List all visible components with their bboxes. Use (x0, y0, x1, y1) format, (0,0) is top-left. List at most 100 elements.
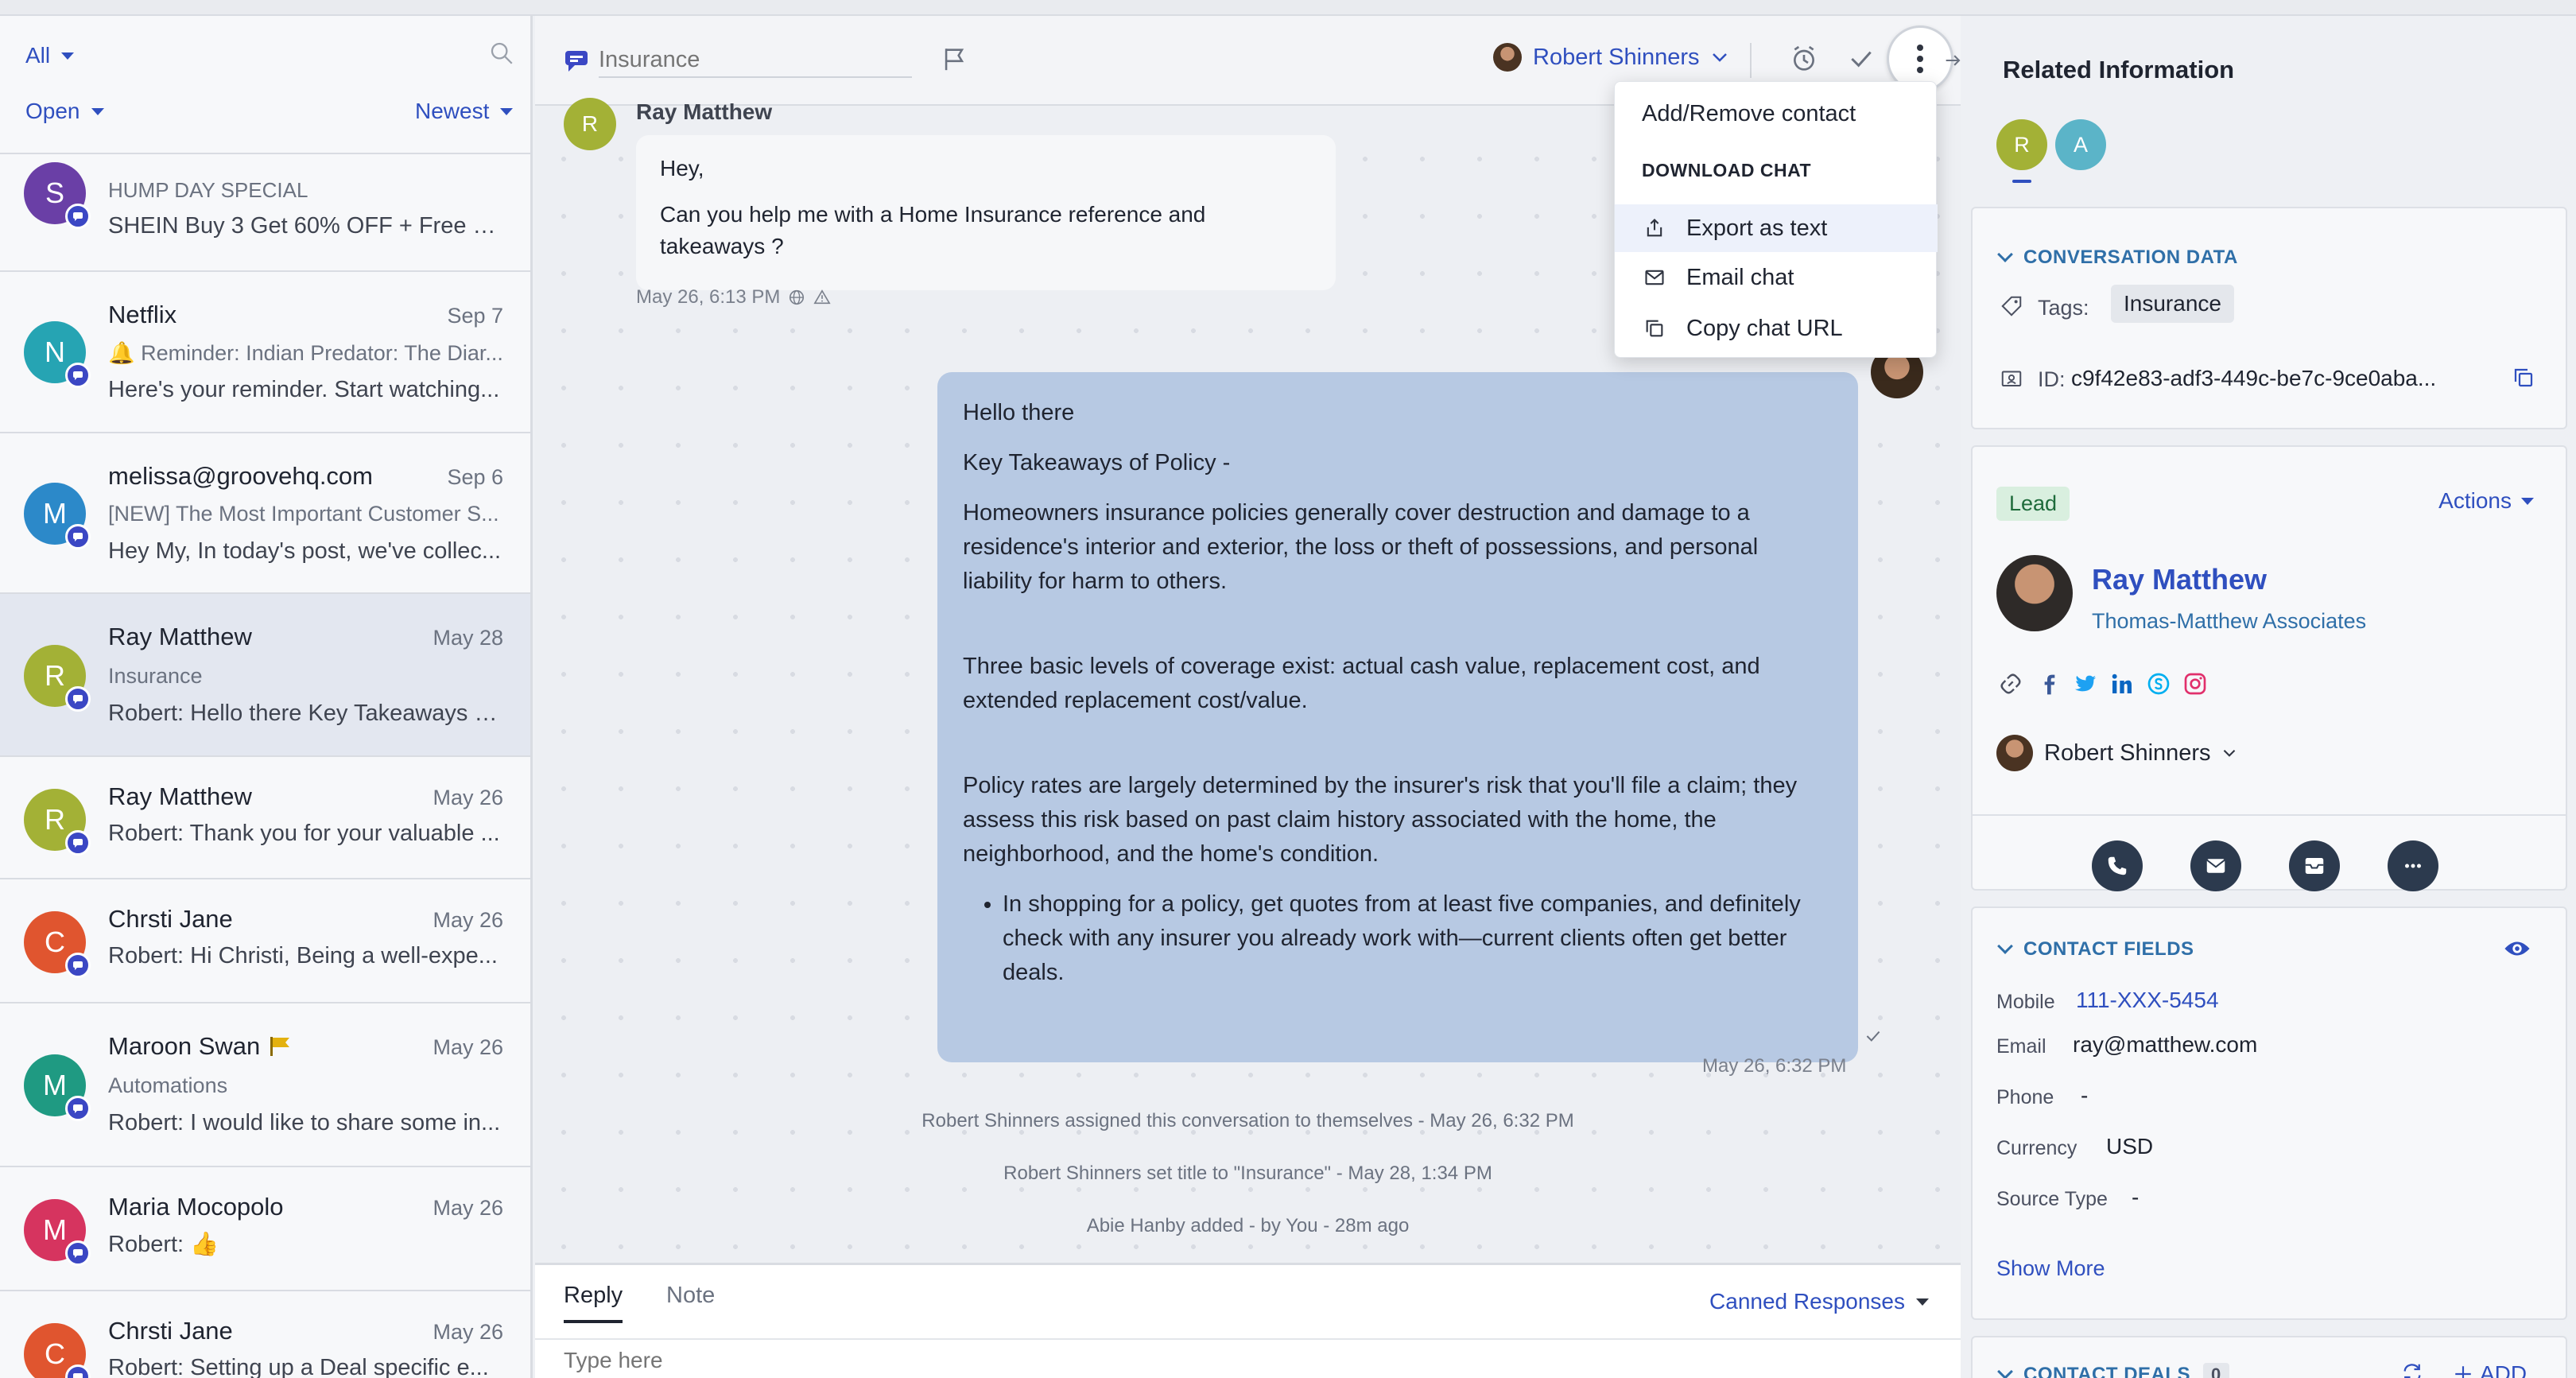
conversation-item[interactable]: C Chrsti Jane May 26 Robert: Setting up … (0, 1291, 530, 1378)
menu-add-remove-contact[interactable]: Add/Remove contact (1615, 90, 1938, 138)
ellipsis-icon (2405, 864, 2421, 868)
link-icon[interactable] (1998, 671, 2023, 697)
refresh-icon[interactable] (2400, 1361, 2424, 1378)
warning-icon (813, 289, 832, 305)
filter-all-dropdown[interactable]: All (25, 43, 75, 68)
actions-dropdown[interactable]: Actions (2438, 488, 2534, 514)
filter-status-dropdown[interactable]: Open (25, 99, 104, 124)
message-time: May 26, 6:32 PM (1702, 1055, 1847, 1077)
conversation-preview: Robert: Thank you for your valuable ... (108, 821, 500, 846)
skype-icon[interactable] (2146, 671, 2171, 697)
conversation-name-text: Maria Mocopolo (108, 1193, 284, 1221)
chat-channel-icon (65, 686, 91, 712)
sort-dropdown[interactable]: Newest (415, 99, 514, 124)
conversation-title-input[interactable] (599, 43, 912, 78)
filter-all-label: All (25, 43, 51, 68)
source-type-value[interactable]: - (2132, 1185, 2139, 1210)
conversation-data-toggle[interactable]: CONVERSATION DATA (1997, 246, 2238, 269)
message-text: Policy rates are largely determined by t… (963, 773, 1798, 867)
assignee-dropdown[interactable]: Robert Shinners (1493, 43, 1728, 72)
menu-copy-chat-url[interactable]: Copy chat URL (1615, 305, 1938, 352)
call-button[interactable] (2092, 840, 2143, 891)
conversation-list-panel: All Open Newest S HUMP DAY SPECIAL SHEIN… (0, 16, 533, 1378)
email-button[interactable] (2190, 840, 2241, 891)
conversation-name-text: Ray Matthew (108, 623, 252, 650)
owner-avatar (1996, 735, 2033, 771)
contact-deals-toggle[interactable]: CONTACT DEALS 0 (1997, 1363, 2229, 1378)
copy-icon (1646, 320, 1663, 337)
message-input[interactable] (535, 1338, 1961, 1378)
message-button[interactable] (2289, 840, 2340, 891)
add-deal-label: ADD (2480, 1361, 2528, 1378)
eye-icon[interactable] (2504, 937, 2531, 961)
contact-name[interactable]: Ray Matthew (2092, 563, 2267, 596)
chevron-down-icon (1997, 246, 2013, 262)
message-author: Ray Matthew (636, 99, 773, 124)
conversation-preview: Robert: Setting up a Deal specific e... (108, 1355, 489, 1378)
conversation-item[interactable]: S HUMP DAY SPECIAL SHEIN Buy 3 Get 60% O… (0, 154, 530, 272)
system-event: Robert Shinners assigned this conversati… (921, 1110, 1574, 1132)
avatar-initial: M (43, 1213, 67, 1246)
conversation-item-selected[interactable]: R Ray Matthew May 28 Insurance Robert: H… (0, 594, 530, 757)
show-more-link[interactable]: Show More (1996, 1256, 2105, 1281)
more-contact-actions-button[interactable] (2388, 840, 2438, 891)
conversation-item[interactable]: M Maroon Swan May 26 Automations Robert:… (0, 1003, 530, 1167)
tab-reply[interactable]: Reply (564, 1283, 623, 1323)
canned-responses-dropdown[interactable]: Canned Responses (1709, 1289, 1929, 1314)
participant-avatar[interactable]: A (2055, 119, 2106, 170)
menu-email-chat[interactable]: Email chat (1615, 254, 1938, 301)
filter-status-label: Open (25, 99, 80, 123)
conversation-name-text: Chrsti Jane (108, 1317, 233, 1345)
resolve-check-icon[interactable] (1845, 43, 1877, 75)
contact-fields-card: CONTACT FIELDS Mobile 111-XXX-5454 Email… (1971, 906, 2567, 1320)
mail-icon (1645, 270, 1664, 285)
panel-title: Related Information (2003, 56, 2235, 83)
conversation-name: Chrsti Jane (108, 905, 233, 934)
add-deal-button[interactable]: ADD (2453, 1361, 2527, 1378)
more-options-menu: Add/Remove contact DOWNLOAD CHAT Export … (1614, 81, 1938, 358)
conversation-preview: Robert: 👍 (108, 1232, 219, 1257)
linkedin-icon[interactable] (2109, 671, 2135, 697)
actions-label: Actions (2438, 488, 2512, 513)
snooze-clock-icon[interactable] (1788, 43, 1820, 75)
conversation-item[interactable]: M Maria Mocopolo May 26 Robert: 👍 (0, 1167, 530, 1291)
conversation-name: Maroon Swan (108, 1032, 292, 1061)
facebook-icon[interactable] (2036, 671, 2062, 697)
section-heading: CONVERSATION DATA (2023, 246, 2238, 268)
conversation-name: Chrsti Jane (108, 1317, 233, 1345)
menu-email-label: Email chat (1686, 264, 1794, 290)
caret-down-icon (91, 107, 104, 115)
chat-channel-icon (65, 204, 91, 229)
contact-company[interactable]: Thomas-Matthew Associates (2092, 609, 2366, 634)
conversation-item[interactable]: M melissa@groovehq.com Sep 6 [NEW] The M… (0, 433, 530, 594)
chevron-down-icon (1997, 1364, 2013, 1378)
menu-export-as-text[interactable]: Export as text (1615, 204, 1938, 252)
flag-icon (270, 1037, 290, 1056)
list-filters: All Open Newest (0, 16, 530, 154)
tag-chip[interactable]: Insurance (2111, 285, 2234, 323)
phone-value[interactable]: - (2081, 1083, 2088, 1108)
conversation-name-text: Netflix (108, 301, 177, 328)
contact-owner-dropdown[interactable]: Robert Shinners (1996, 735, 2237, 771)
conversation-item[interactable]: R Ray Matthew May 26 Robert: Thank you f… (0, 757, 530, 879)
conversation-subject: Insurance (108, 664, 203, 688)
search-icon[interactable] (488, 40, 515, 67)
tab-note[interactable]: Note (666, 1283, 715, 1309)
email-value[interactable]: ray@matthew.com (2073, 1032, 2257, 1058)
conversation-date: May 28 (433, 626, 503, 650)
contact-avatar (1996, 555, 2073, 631)
conversation-item[interactable]: C Chrsti Jane May 26 Robert: Hi Christi,… (0, 879, 530, 1003)
contact-card: Lead Actions Ray Matthew Thomas-Matthew … (1971, 445, 2567, 891)
participant-avatar[interactable]: R (1996, 119, 2047, 170)
currency-value[interactable]: USD (2106, 1134, 2153, 1159)
contact-fields-toggle[interactable]: CONTACT FIELDS (1997, 938, 2194, 961)
mobile-value[interactable]: 111-XXX-5454 (2076, 988, 2219, 1013)
copy-icon[interactable] (2512, 366, 2535, 390)
collapse-panel-icon[interactable] (1942, 49, 1965, 72)
flag-icon[interactable] (941, 43, 968, 75)
tags-label: Tags: (2038, 296, 2089, 320)
twitter-icon[interactable] (2073, 671, 2098, 697)
conversation-item[interactable]: N Netflix Sep 7 🔔 Reminder: Indian Preda… (0, 272, 530, 433)
field-label: Phone (1996, 1086, 2054, 1108)
instagram-icon[interactable] (2182, 671, 2208, 697)
